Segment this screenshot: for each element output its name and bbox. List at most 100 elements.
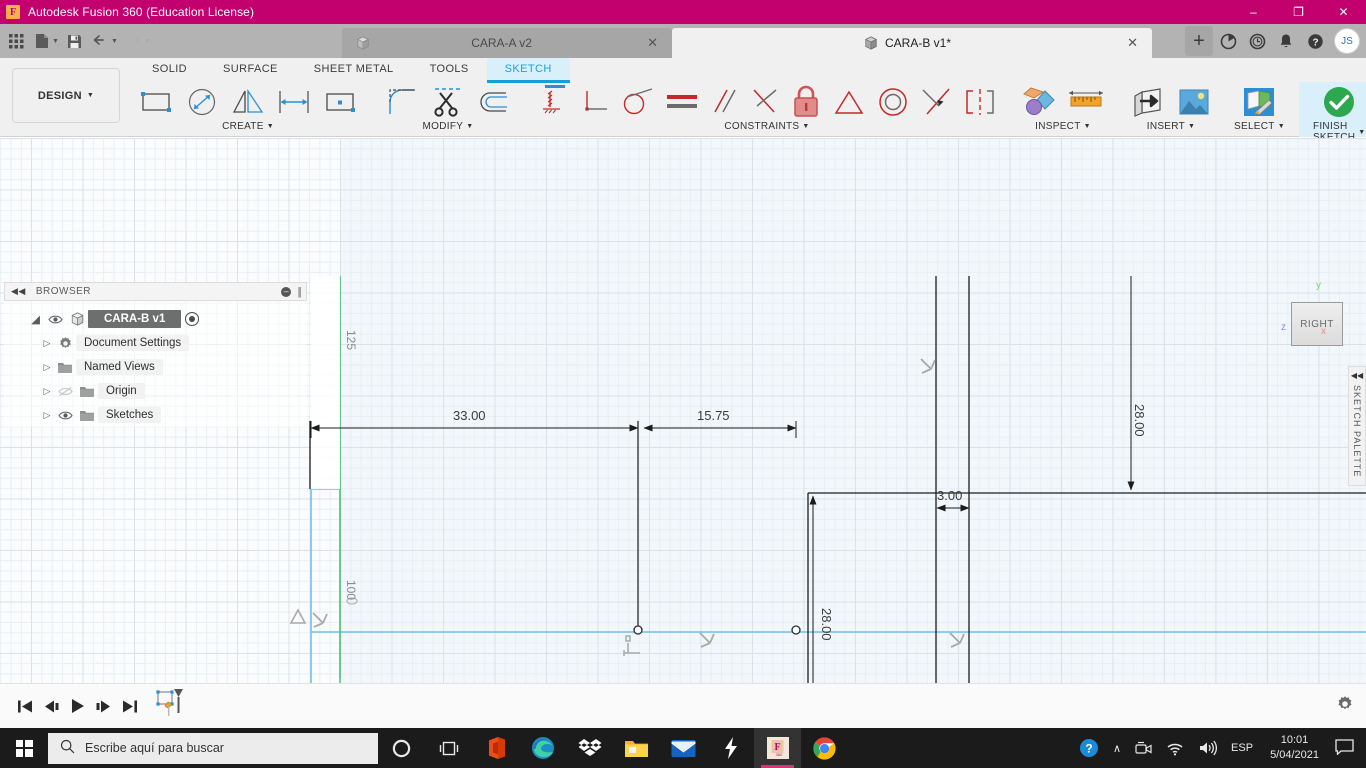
taskbar-search-input[interactable]: Escribe aquí para buscar (48, 732, 378, 764)
panel-finish-sketch[interactable]: FINISH SKETCH ▼ (1298, 82, 1366, 143)
volume-icon[interactable] (1191, 728, 1224, 768)
new-file-caret-icon[interactable]: ▼ (52, 38, 59, 45)
eye-icon[interactable] (44, 314, 66, 325)
windows-start-icon[interactable] (0, 728, 48, 768)
tree-item-named-views[interactable]: ▷ Named Views (4, 355, 307, 379)
sketch-canvas[interactable]: 33.00 15.75 28.00 28.00 3.00 3.00 28.00 … (0, 138, 1366, 683)
save-icon[interactable] (63, 28, 87, 54)
document-tab-close-icon[interactable]: ✕ (1127, 35, 1138, 51)
expand-arrow-icon[interactable]: ◢ (18, 312, 44, 326)
expand-arrow-icon[interactable]: ▷ (40, 386, 54, 397)
avatar[interactable]: JS (1334, 28, 1360, 54)
sketch-palette-tab[interactable]: ◀◀ SKETCH PALETTE (1348, 366, 1366, 486)
taskbar-app-chrome-icon[interactable] (801, 728, 848, 768)
undo-caret-icon[interactable]: ▼ (111, 38, 118, 45)
tab-sketch[interactable]: SKETCH (486, 58, 570, 83)
step-forward-icon[interactable] (90, 691, 116, 721)
notification-icon[interactable] (1329, 738, 1366, 758)
redo-icon[interactable] (122, 28, 146, 54)
inspect-section-icon[interactable] (1018, 82, 1062, 122)
document-tab-cara-b[interactable]: CARA-B v1* ✕ (672, 28, 1152, 58)
task-view-icon[interactable] (425, 728, 472, 768)
tab-sheet-metal[interactable]: SHEET METAL (296, 58, 412, 80)
play-icon[interactable] (64, 691, 90, 721)
panel-constraints-label[interactable]: CONSTRAINTS ▼ (724, 121, 809, 132)
app-grid-icon[interactable] (4, 28, 28, 54)
taskbar-app-edge-icon[interactable] (519, 728, 566, 768)
cortana-icon[interactable] (378, 728, 425, 768)
panel-insert-label[interactable]: INSERT ▼ (1147, 121, 1196, 132)
taskbar-app-office-icon[interactable] (472, 728, 519, 768)
tree-item-origin[interactable]: ▷ Origin (4, 379, 307, 403)
undo-icon[interactable] (89, 28, 113, 54)
job-status-icon[interactable] (1214, 26, 1242, 56)
finish-sketch-check-icon[interactable] (1317, 82, 1361, 122)
mirror-icon[interactable] (226, 82, 270, 122)
wifi-icon[interactable] (1159, 728, 1191, 768)
offset-icon[interactable] (472, 82, 516, 122)
tree-item-cara-b[interactable]: ◢ CARA-B v1 (4, 307, 307, 331)
insert-canvas-icon[interactable] (1172, 82, 1216, 122)
dimension-label-28-mid[interactable]: 28.00 (819, 608, 834, 641)
close-button[interactable]: ✕ (1321, 0, 1366, 24)
activate-component-radio[interactable] (185, 312, 200, 326)
tab-solid[interactable]: SOLID (134, 58, 205, 80)
help-circle-icon[interactable]: ? (1072, 728, 1106, 768)
fix-lock-constraint-icon[interactable] (786, 82, 826, 122)
insert-derive-icon[interactable] (1126, 82, 1170, 122)
coincident-constraint-icon[interactable] (576, 82, 616, 122)
camera-icon[interactable] (1128, 728, 1159, 768)
circle-line-icon[interactable] (180, 82, 224, 122)
taskbar-clock[interactable]: 10:01 5/04/2021 (1260, 733, 1329, 763)
perpendicular-constraint-icon[interactable] (746, 82, 784, 122)
tab-tools[interactable]: TOOLS (412, 58, 487, 80)
workspace-switcher-button[interactable]: DESIGN ▼ (12, 68, 120, 123)
concentric-constraint-icon[interactable] (872, 82, 914, 122)
timeline-settings-gear-icon[interactable] (1336, 695, 1354, 718)
panel-select-label[interactable]: SELECT ▼ (1234, 121, 1285, 132)
tab-surface[interactable]: SURFACE (205, 58, 296, 80)
fillet-icon[interactable] (380, 82, 424, 122)
parallel-constraint-icon[interactable] (706, 82, 744, 122)
trim-scissors-icon[interactable] (426, 82, 470, 122)
minus-icon[interactable]: – (281, 286, 292, 297)
dimension-label-33[interactable]: 33.00 (453, 408, 486, 423)
new-tab-button[interactable]: + (1185, 26, 1213, 56)
help-icon[interactable]: ? (1301, 26, 1329, 56)
panel-modify-label[interactable]: MODIFY ▼ (423, 121, 474, 132)
taskbar-app-dropbox-icon[interactable] (566, 728, 613, 768)
taskbar-app-mail-icon[interactable] (660, 728, 707, 768)
select-icon[interactable] (1237, 82, 1281, 122)
document-tab-cara-a[interactable]: CARA-A v2 ✕ (342, 28, 672, 58)
horizontal-vertical-constraint-icon[interactable] (534, 82, 574, 122)
go-to-end-icon[interactable] (116, 691, 142, 721)
language-indicator[interactable]: ESP (1224, 728, 1260, 768)
tree-item-document-settings[interactable]: ▷ Document Settings (4, 331, 307, 355)
dimension-label-15-75[interactable]: 15.75 (697, 408, 730, 423)
grip-icon[interactable]: ||| (297, 286, 301, 298)
equal-constraint-icon[interactable] (662, 82, 704, 122)
redo-caret-icon[interactable]: ▼ (144, 38, 151, 45)
measure-icon[interactable] (1064, 82, 1108, 122)
show-hidden-icons[interactable]: ∧ (1106, 728, 1128, 768)
expand-arrow-icon[interactable]: ▷ (40, 338, 54, 349)
view-cube-face-label[interactable]: RIGHT (1291, 302, 1343, 346)
dimension-label-3-top[interactable]: 3.00 (937, 488, 962, 503)
minimize-button[interactable]: – (1231, 0, 1276, 24)
rectangular-pattern-icon[interactable] (318, 82, 362, 122)
midpoint-constraint-icon[interactable] (828, 82, 870, 122)
maximize-button[interactable]: ❐ (1276, 0, 1321, 24)
clock-icon[interactable] (1243, 26, 1271, 56)
document-tab-close-icon[interactable]: ✕ (647, 35, 658, 51)
expand-arrow-icon[interactable]: ▷ (40, 410, 54, 421)
view-cube[interactable]: RIGHT y z x (1281, 280, 1343, 346)
bell-icon[interactable] (1272, 26, 1300, 56)
collapse-left-icon[interactable]: ◀◀ (11, 286, 26, 297)
new-file-icon[interactable] (30, 28, 54, 54)
panel-inspect-label[interactable]: INSPECT ▼ (1035, 121, 1091, 132)
tangent-constraint-icon[interactable] (618, 82, 660, 122)
taskbar-app-fusion360-icon[interactable]: F 360 (754, 728, 801, 768)
panel-create-label[interactable]: CREATE ▼ (222, 121, 274, 132)
eye-hidden-icon[interactable] (54, 386, 76, 397)
collapse-left-icon[interactable]: ◀◀ (1351, 371, 1363, 380)
